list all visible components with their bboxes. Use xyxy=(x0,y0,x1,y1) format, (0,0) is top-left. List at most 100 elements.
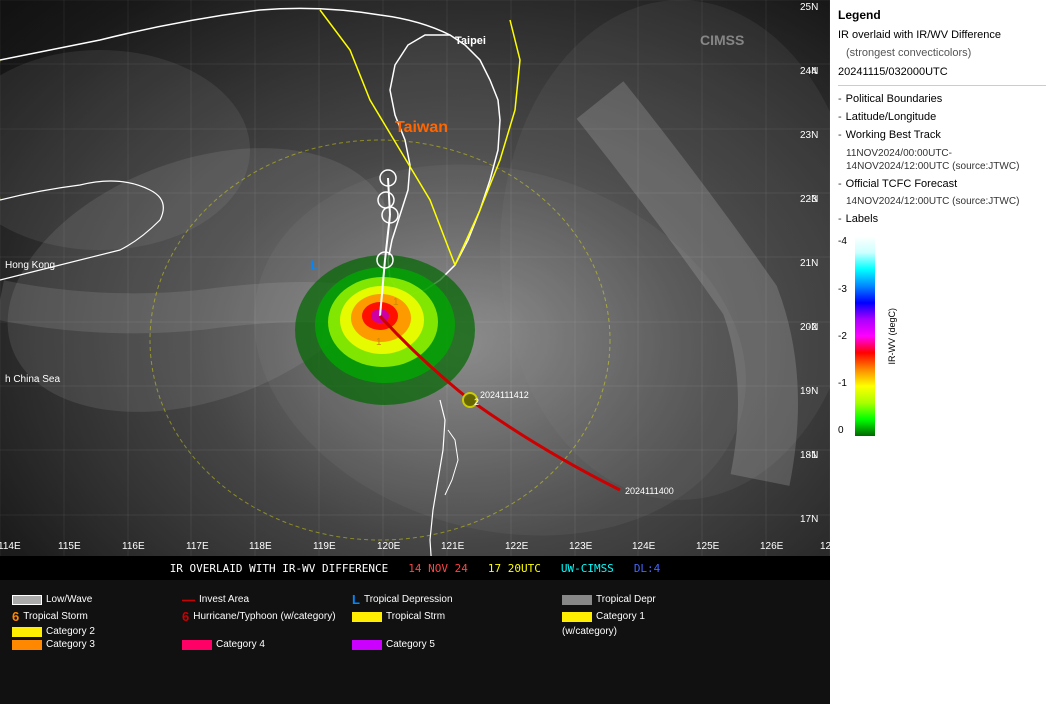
legend-trop-dep-sym: L Tropical Depression xyxy=(352,592,552,607)
legend-tcfc-text: Official TCFC Forecast xyxy=(846,177,957,191)
status-date: 14 NOV 24 xyxy=(408,562,468,575)
label-cat1: Category 1 xyxy=(596,611,645,622)
dash-tcfc: - xyxy=(838,177,842,191)
map-container: L 2 2024111412 2024111400 1 1 25N 24N 23… xyxy=(0,0,830,580)
swatch-trop-depr xyxy=(562,595,592,605)
legend-latlon-text: Latitude/Longitude xyxy=(846,110,937,124)
swatch-cat3 xyxy=(12,640,42,650)
scale-label-2: -2 xyxy=(838,331,847,342)
label-cat3: Category 3 xyxy=(46,639,95,650)
legend-invest: — Invest Area xyxy=(182,592,342,607)
legend-date-text: 20241115/032000UTC xyxy=(838,65,948,79)
legend-tcfc: - Official TCFC Forecast xyxy=(838,177,1046,191)
legend-date-item: 20241115/032000UTC xyxy=(838,65,1046,79)
legend-wbt: - Working Best Track xyxy=(838,128,1046,142)
svg-text:21N: 21N xyxy=(800,258,818,269)
legend-ir-item: IR overlaid with IR/WV Difference xyxy=(838,28,1046,42)
svg-text:-3: -3 xyxy=(808,194,817,205)
label-hurr-sym: Hurricane/Typhoon (w/category) xyxy=(193,611,335,622)
svg-text:-2: -2 xyxy=(808,322,817,333)
legend-wbt-dates: 11NOV2024/00:00UTC- 14NOV2024/12:00UTC (… xyxy=(846,147,1046,173)
svg-text:25N: 25N xyxy=(800,2,818,13)
legend-low-wave: Low/Wave xyxy=(12,592,172,607)
legend-tcfc-date: 14NOV2024/12:00UTC (source:JTWC) xyxy=(846,195,1046,208)
label-low-wave: Low/Wave xyxy=(46,594,92,605)
label-trop-depr: Tropical Depr xyxy=(596,594,656,605)
svg-text:19N: 19N xyxy=(800,386,818,397)
map-svg: L 2 2024111412 2024111400 1 1 25N 24N 23… xyxy=(0,0,830,580)
label-cat5: Category 5 xyxy=(386,639,435,650)
legend-tcfc-date-text: 14NOV2024/12:00UTC (source:JTWC) xyxy=(846,195,1019,208)
legend-cat3: Category 3 xyxy=(12,639,172,650)
legend-cat1: Category 1 xyxy=(562,609,762,624)
swatch-trop-strm xyxy=(352,612,382,622)
svg-text:h China Sea: h China Sea xyxy=(5,374,60,385)
svg-text:Taipei: Taipei xyxy=(455,35,486,47)
legend-cat2: Category 2 xyxy=(12,626,172,637)
svg-text:-1: -1 xyxy=(808,450,817,461)
ir-wv-text: IR-WV (degC) xyxy=(887,308,897,365)
legend-hurr-sym: 6 Hurricane/Typhoon (w/category) xyxy=(182,609,342,624)
status-bar: IR OVERLAID WITH IR-WV DIFFERENCE 14 NOV… xyxy=(0,556,830,580)
legend-cat5: Category 5 xyxy=(352,639,552,650)
legend-pol-text: Political Boundaries xyxy=(846,92,943,106)
legend-trop-strm: Tropical Strm xyxy=(352,609,552,624)
symbol-ts: 6 xyxy=(12,609,19,624)
legend-ir-sub-text: (strongest convecticolors) xyxy=(846,46,971,60)
symbol-trop-dep: L xyxy=(352,592,360,607)
legend-wbt-text: Working Best Track xyxy=(846,128,941,142)
legend-panel: Legend IR overlaid with IR/WV Difference… xyxy=(830,0,1054,704)
dash-labels: - xyxy=(838,212,842,226)
svg-text:23N: 23N xyxy=(800,130,818,141)
dash-wbt: - xyxy=(838,128,842,142)
svg-text:1: 1 xyxy=(393,297,399,308)
legend-cat4: Category 4 xyxy=(182,639,342,650)
color-scale-bar xyxy=(855,236,875,436)
color-scale-container: -4 -3 -2 -1 0 IR-WV (degC) xyxy=(838,236,1046,436)
legend-ir-sub: (strongest convecticolors) xyxy=(846,46,1046,60)
hurr-with-cat: (w/category) xyxy=(562,626,762,637)
scale-label-4: -4 xyxy=(838,236,847,247)
dash-latlon: - xyxy=(838,110,842,124)
svg-text:1: 1 xyxy=(376,337,382,348)
legend-pol-bound: - Political Boundaries xyxy=(838,92,1046,106)
label-trop-strm: Tropical Strm xyxy=(386,611,445,622)
svg-text:2024111412: 2024111412 xyxy=(480,390,529,400)
dash-pol: - xyxy=(838,92,842,106)
label-ts-sym: Tropical Storm xyxy=(23,611,88,622)
symbol-hurr: 6 xyxy=(182,609,189,624)
legend-labels: - Labels xyxy=(838,212,1046,226)
legend-latlon: - Latitude/Longitude xyxy=(838,110,1046,124)
svg-text:2024111400: 2024111400 xyxy=(625,486,674,496)
legend-wbt-date2: 14NOV2024/12:00UTC (source:JTWC) xyxy=(846,160,1019,173)
scale-label-0: 0 xyxy=(838,425,847,436)
swatch-cat4 xyxy=(182,640,212,650)
svg-text:17N: 17N xyxy=(800,514,818,525)
status-source: UW-CIMSS xyxy=(561,562,614,575)
swatch-cat5 xyxy=(352,640,382,650)
scale-numbers: -4 -3 -2 -1 0 xyxy=(838,236,847,436)
svg-text:Taiwan: Taiwan xyxy=(395,119,448,136)
svg-text:L: L xyxy=(310,257,319,273)
swatch-low-wave xyxy=(12,595,42,605)
label-trop-dep-sym: Tropical Depression xyxy=(364,594,453,605)
ir-wv-label: IR-WV (degC) xyxy=(887,308,897,365)
legend-ts-sym: 6 Tropical Storm xyxy=(12,609,172,624)
label-with-cat: (w/category) xyxy=(562,626,617,637)
label-cat2: Category 2 xyxy=(46,626,95,637)
swatch-cat1 xyxy=(562,612,592,622)
label-invest: Invest Area xyxy=(199,594,249,605)
svg-text:-4: -4 xyxy=(808,66,817,77)
status-time: 17 20UTC xyxy=(488,562,541,575)
legend-trop-depr: Tropical Depr xyxy=(562,592,762,607)
legend-ir-text: IR overlaid with IR/WV Difference xyxy=(838,28,1001,42)
swatch-cat2 xyxy=(12,627,42,637)
label-cat4: Category 4 xyxy=(216,639,265,650)
status-title: IR OVERLAID WITH IR-WV DIFFERENCE xyxy=(170,562,389,575)
legend-labels-text: Labels xyxy=(846,212,878,226)
svg-text:2: 2 xyxy=(474,397,479,407)
svg-text:CIMSS: CIMSS xyxy=(700,32,744,48)
legend-title: Legend xyxy=(838,8,1046,22)
scale-label-3: -3 xyxy=(838,284,847,295)
svg-text:Hong Kong: Hong Kong xyxy=(5,260,55,271)
